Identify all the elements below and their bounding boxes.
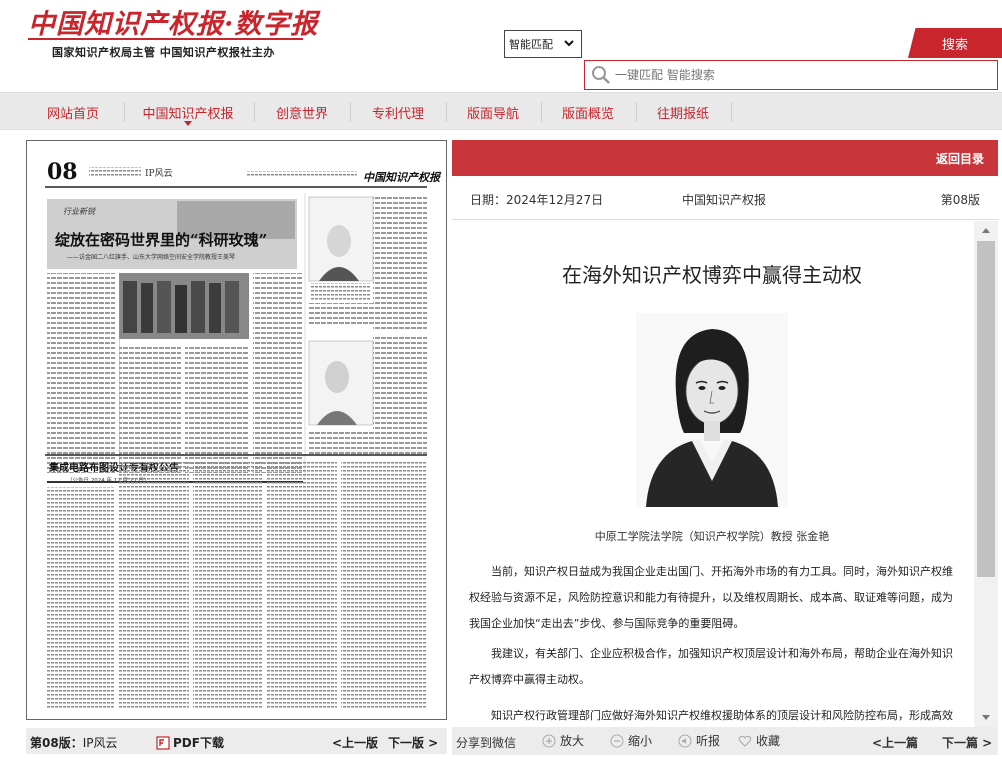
page-name: IP风云 <box>82 736 118 750</box>
next-page-link[interactable]: 下一版 > <box>388 734 438 751</box>
minus-circle-icon <box>610 734 624 747</box>
nav-item-ipr-newspaper[interactable]: 中国知识产权报 <box>130 93 246 131</box>
chevron-down-icon <box>564 40 574 47</box>
article-meta: 日期：2024年12月27日 中国知识产权报 第08版 <box>452 176 998 220</box>
article-toolbar: 分享到微信 放大 缩小 听报 收藏 <上一篇 下一篇 > <box>452 727 998 755</box>
search-box[interactable] <box>584 60 998 90</box>
scroll-up-button[interactable] <box>974 221 998 239</box>
nav-item-past-issues[interactable]: 往期报纸 <box>642 93 724 131</box>
share-wechat-button[interactable]: 分享到微信 <box>456 734 516 751</box>
article-paragraph: 我建议，有关部门、企业应积极合作，加强知识产权顶层设计和海外布局，帮助企业在海外… <box>469 647 953 686</box>
nav-item-label: 中国知识产权报 <box>142 106 234 122</box>
search-icon <box>592 66 610 84</box>
search-input[interactable] <box>615 68 985 82</box>
article-paragraph: 当前，知识产权日益成为我国企业走出国门、开拓海外市场的有力工具。同时，海外知识产… <box>469 565 953 630</box>
nav-separator <box>350 102 351 122</box>
nav-separator <box>636 102 637 122</box>
page-footer-bar: 第08版：IP风云 PDF下载 <上一版 下一版 > <box>26 728 447 754</box>
paper-subheadline: ——访金国二八红旗手、山东大学网络空间安全学院教授王美琴 <box>67 253 235 261</box>
nav-item-patent-agency[interactable]: 专利代理 <box>356 93 440 131</box>
zoom-out-button[interactable]: 缩小 <box>610 732 652 749</box>
author-portrait <box>636 313 788 507</box>
newspaper-page-drawing: 08 IP风云 中国知识产权报 行业新锐 绽放在密码世界里的“科研玫瑰” ——访… <box>27 141 446 719</box>
site-logo-title[interactable]: 中国知识产权报·数字报 <box>28 2 318 41</box>
match-mode-value: 智能匹配 <box>509 38 553 51</box>
back-to-contents-link[interactable]: 返回目录 <box>936 150 984 167</box>
listen-label: 听报 <box>696 734 721 748</box>
prev-page-link[interactable]: <上一版 <box>332 734 378 751</box>
zoom-in-label: 放大 <box>560 734 585 748</box>
nav-item-label: 网站首页 <box>46 106 99 122</box>
active-indicator-icon <box>184 121 192 126</box>
article-topbar: 返回目录 <box>452 140 998 176</box>
pdf-download-link[interactable]: PDF下载 <box>156 734 224 751</box>
nav-item-creative-world[interactable]: 创意世界 <box>262 93 342 131</box>
paper-masthead: 中国知识产权报 <box>363 171 442 184</box>
nav-separator <box>446 102 447 122</box>
nav-separator <box>541 102 542 122</box>
nav-separator <box>254 102 255 122</box>
pdf-download-label: PDF下载 <box>173 736 224 750</box>
portrait-drawing <box>636 313 788 507</box>
heart-icon <box>738 735 752 747</box>
nav-separator <box>731 102 732 122</box>
paper-headline: 绽放在密码世界里的“科研玫瑰” <box>55 231 267 249</box>
article-title: 在海外知识产权博弈中赢得主动权 <box>562 263 862 287</box>
nav-separator <box>124 102 125 122</box>
scroll-down-button[interactable] <box>974 709 998 727</box>
site-header: 中国知识产权报·数字报 国家知识产权局主管 中国知识产权报社主办 智能匹配 搜索 <box>0 0 1002 92</box>
nav-item-label: 版面概览 <box>561 106 614 122</box>
plus-circle-icon <box>542 734 556 747</box>
favorite-button[interactable]: 收藏 <box>738 732 780 749</box>
nav-item-label: 往期报纸 <box>656 106 709 122</box>
article-page: 第08版 <box>940 193 980 207</box>
paper-page-number: 08 <box>47 159 78 185</box>
page-label: 第08版： <box>30 736 83 750</box>
site-logo-subtitle: 国家知识产权局主管 中国知识产权报社主办 <box>52 46 275 59</box>
arrow-down-icon <box>982 715 990 720</box>
newspaper-page-image[interactable]: 08 IP风云 中国知识产权报 行业新锐 绽放在密码世界里的“科研玫瑰” ——访… <box>26 140 447 720</box>
next-article-link[interactable]: 下一篇 > <box>942 734 992 751</box>
favorite-label: 收藏 <box>756 734 781 748</box>
article-content: 在海外知识产权博弈中赢得主动权 中原工学院法学院（知识产权学院）教授 张金艳 当… <box>452 221 972 727</box>
prev-article-link[interactable]: <上一篇 <box>872 734 918 751</box>
arrow-up-icon <box>982 228 990 233</box>
zoom-out-label: 缩小 <box>628 734 653 748</box>
zoom-in-button[interactable]: 放大 <box>542 732 584 749</box>
article-date: 日期：2024年12月27日 <box>470 193 604 207</box>
portrait-caption: 中原工学院法学院（知识产权学院）教授 张金艳 <box>594 530 830 543</box>
listen-button[interactable]: 听报 <box>678 732 720 749</box>
nav-item-page-overview[interactable]: 版面概览 <box>548 93 628 131</box>
nav-item-page-navigation[interactable]: 版面导航 <box>452 93 534 131</box>
paper-column-tag: 行业新锐 <box>63 207 96 216</box>
nav-item-label: 版面导航 <box>466 106 519 122</box>
speaker-icon <box>678 734 692 747</box>
nav-item-label: 专利代理 <box>371 106 424 122</box>
paper-section-name: IP风云 <box>145 168 173 179</box>
nav-item-home[interactable]: 网站首页 <box>28 93 118 131</box>
article-publication: 中国知识产权报 <box>682 193 767 207</box>
pdf-icon <box>156 735 170 750</box>
current-page-label[interactable]: 第08版：IP风云 <box>30 734 117 751</box>
search-button[interactable]: 搜索 <box>908 28 1002 58</box>
match-mode-select[interactable]: 智能匹配 <box>504 30 582 58</box>
scrollbar-thumb[interactable] <box>977 241 995 577</box>
article-scrollbar[interactable] <box>974 221 998 727</box>
article-paragraph: 知识产权行政管理部门应做好海外知识产权维权援助体系的顶层设计和风险防控布局，形成… <box>491 709 953 722</box>
nav-item-label: 创意世界 <box>275 106 328 122</box>
main-nav: 网站首页 中国知识产权报 创意世界 专利代理 版面导航 版面概览 往期报纸 <box>0 92 1002 130</box>
logo-underline <box>28 38 303 40</box>
